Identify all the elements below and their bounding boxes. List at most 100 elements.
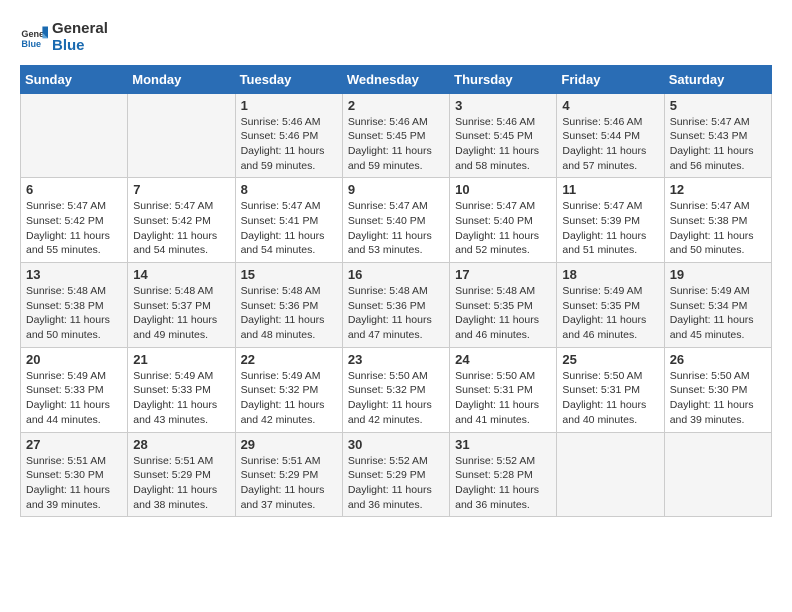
- calendar-cell: 6 Sunrise: 5:47 AM Sunset: 5:42 PM Daylig…: [21, 178, 128, 263]
- day-number: 21: [133, 352, 229, 367]
- day-header-tuesday: Tuesday: [235, 65, 342, 93]
- calendar-cell: 23Sunrise: 5:50 AM Sunset: 5:32 PM Dayli…: [342, 347, 449, 432]
- day-number: 29: [241, 437, 337, 452]
- general-blue-logo-icon: General Blue: [20, 23, 48, 51]
- day-info: Sunrise: 5:46 AM Sunset: 5:44 PM Dayligh…: [562, 115, 658, 174]
- day-info: Sunrise: 5:51 AM Sunset: 5:29 PM Dayligh…: [133, 454, 229, 513]
- calendar-header-row: SundayMondayTuesdayWednesdayThursdayFrid…: [21, 65, 772, 93]
- day-info: Sunrise: 5:47 AM Sunset: 5:40 PM Dayligh…: [455, 199, 551, 258]
- calendar-cell: 4 Sunrise: 5:46 AM Sunset: 5:44 PM Daylig…: [557, 93, 664, 178]
- day-number: 7: [133, 182, 229, 197]
- day-number: 18: [562, 267, 658, 282]
- calendar-cell: 21Sunrise: 5:49 AM Sunset: 5:33 PM Dayli…: [128, 347, 235, 432]
- day-number: 15: [241, 267, 337, 282]
- day-number: 9: [348, 182, 444, 197]
- calendar-cell: 7 Sunrise: 5:47 AM Sunset: 5:42 PM Daylig…: [128, 178, 235, 263]
- day-header-saturday: Saturday: [664, 65, 771, 93]
- calendar-cell: 25 Sunrise: 5:50 AM Sunset: 5:31 PM Dayli…: [557, 347, 664, 432]
- calendar-cell: 9 Sunrise: 5:47 AM Sunset: 5:40 PM Daylig…: [342, 178, 449, 263]
- day-info: Sunrise: 5:49 AM Sunset: 5:34 PM Dayligh…: [670, 284, 766, 343]
- calendar-cell: 16Sunrise: 5:48 AM Sunset: 5:36 PM Dayli…: [342, 263, 449, 348]
- logo: General Blue General Blue: [20, 20, 108, 55]
- calendar-cell: 22 Sunrise: 5:49 AM Sunset: 5:32 PM Dayli…: [235, 347, 342, 432]
- svg-text:Blue: Blue: [21, 39, 41, 49]
- day-info: Sunrise: 5:47 AM Sunset: 5:39 PM Dayligh…: [562, 199, 658, 258]
- calendar-cell: 11 Sunrise: 5:47 AM Sunset: 5:39 PM Dayli…: [557, 178, 664, 263]
- day-number: 8: [241, 182, 337, 197]
- calendar-week-row: 13Sunrise: 5:48 AM Sunset: 5:38 PM Dayli…: [21, 263, 772, 348]
- day-info: Sunrise: 5:48 AM Sunset: 5:37 PM Dayligh…: [133, 284, 229, 343]
- day-number: 30: [348, 437, 444, 452]
- day-info: Sunrise: 5:47 AM Sunset: 5:41 PM Dayligh…: [241, 199, 337, 258]
- day-info: Sunrise: 5:50 AM Sunset: 5:32 PM Dayligh…: [348, 369, 444, 428]
- day-info: Sunrise: 5:47 AM Sunset: 5:42 PM Dayligh…: [133, 199, 229, 258]
- day-number: 11: [562, 182, 658, 197]
- calendar-cell: 29 Sunrise: 5:51 AM Sunset: 5:29 PM Dayli…: [235, 432, 342, 517]
- logo-general-text: General: [52, 20, 108, 37]
- day-number: 19: [670, 267, 766, 282]
- day-number: 31: [455, 437, 551, 452]
- day-info: Sunrise: 5:50 AM Sunset: 5:30 PM Dayligh…: [670, 369, 766, 428]
- calendar-cell: 19 Sunrise: 5:49 AM Sunset: 5:34 PM Dayli…: [664, 263, 771, 348]
- day-info: Sunrise: 5:52 AM Sunset: 5:28 PM Dayligh…: [455, 454, 551, 513]
- day-info: Sunrise: 5:49 AM Sunset: 5:35 PM Dayligh…: [562, 284, 658, 343]
- calendar-table: SundayMondayTuesdayWednesdayThursdayFrid…: [20, 65, 772, 518]
- day-header-thursday: Thursday: [450, 65, 557, 93]
- calendar-week-row: 1 Sunrise: 5:46 AM Sunset: 5:46 PM Daylig…: [21, 93, 772, 178]
- calendar-cell: 3 Sunrise: 5:46 AM Sunset: 5:45 PM Daylig…: [450, 93, 557, 178]
- day-info: Sunrise: 5:47 AM Sunset: 5:40 PM Dayligh…: [348, 199, 444, 258]
- day-number: 17: [455, 267, 551, 282]
- day-number: 4: [562, 98, 658, 113]
- calendar-cell: 5 Sunrise: 5:47 AM Sunset: 5:43 PM Daylig…: [664, 93, 771, 178]
- day-number: 1: [241, 98, 337, 113]
- day-number: 25: [562, 352, 658, 367]
- day-number: 5: [670, 98, 766, 113]
- calendar-cell: 30 Sunrise: 5:52 AM Sunset: 5:29 PM Dayli…: [342, 432, 449, 517]
- calendar-cell: 20 Sunrise: 5:49 AM Sunset: 5:33 PM Dayli…: [21, 347, 128, 432]
- day-info: Sunrise: 5:49 AM Sunset: 5:33 PM Dayligh…: [26, 369, 122, 428]
- calendar-cell: [128, 93, 235, 178]
- day-info: Sunrise: 5:52 AM Sunset: 5:29 PM Dayligh…: [348, 454, 444, 513]
- calendar-cell: 13Sunrise: 5:48 AM Sunset: 5:38 PM Dayli…: [21, 263, 128, 348]
- day-info: Sunrise: 5:46 AM Sunset: 5:45 PM Dayligh…: [348, 115, 444, 174]
- calendar-cell: 24 Sunrise: 5:50 AM Sunset: 5:31 PM Dayli…: [450, 347, 557, 432]
- calendar-cell: 12Sunrise: 5:47 AM Sunset: 5:38 PM Dayli…: [664, 178, 771, 263]
- day-info: Sunrise: 5:51 AM Sunset: 5:29 PM Dayligh…: [241, 454, 337, 513]
- day-info: Sunrise: 5:47 AM Sunset: 5:42 PM Dayligh…: [26, 199, 122, 258]
- day-info: Sunrise: 5:51 AM Sunset: 5:30 PM Dayligh…: [26, 454, 122, 513]
- day-number: 6: [26, 182, 122, 197]
- calendar-cell: 28 Sunrise: 5:51 AM Sunset: 5:29 PM Dayli…: [128, 432, 235, 517]
- day-info: Sunrise: 5:50 AM Sunset: 5:31 PM Dayligh…: [455, 369, 551, 428]
- day-info: Sunrise: 5:49 AM Sunset: 5:32 PM Dayligh…: [241, 369, 337, 428]
- day-number: 10: [455, 182, 551, 197]
- calendar-cell: 14Sunrise: 5:48 AM Sunset: 5:37 PM Dayli…: [128, 263, 235, 348]
- calendar-cell: 18 Sunrise: 5:49 AM Sunset: 5:35 PM Dayli…: [557, 263, 664, 348]
- day-info: Sunrise: 5:46 AM Sunset: 5:45 PM Dayligh…: [455, 115, 551, 174]
- day-info: Sunrise: 5:46 AM Sunset: 5:46 PM Dayligh…: [241, 115, 337, 174]
- day-info: Sunrise: 5:48 AM Sunset: 5:36 PM Dayligh…: [348, 284, 444, 343]
- calendar-cell: 1 Sunrise: 5:46 AM Sunset: 5:46 PM Daylig…: [235, 93, 342, 178]
- day-info: Sunrise: 5:47 AM Sunset: 5:43 PM Dayligh…: [670, 115, 766, 174]
- day-info: Sunrise: 5:48 AM Sunset: 5:36 PM Dayligh…: [241, 284, 337, 343]
- page-header: General Blue General Blue: [20, 20, 772, 55]
- day-number: 20: [26, 352, 122, 367]
- calendar-cell: [664, 432, 771, 517]
- calendar-cell: 31 Sunrise: 5:52 AM Sunset: 5:28 PM Dayli…: [450, 432, 557, 517]
- day-number: 28: [133, 437, 229, 452]
- logo-blue-text: Blue: [52, 37, 108, 54]
- day-number: 22: [241, 352, 337, 367]
- day-info: Sunrise: 5:50 AM Sunset: 5:31 PM Dayligh…: [562, 369, 658, 428]
- day-number: 27: [26, 437, 122, 452]
- day-number: 26: [670, 352, 766, 367]
- calendar-week-row: 27 Sunrise: 5:51 AM Sunset: 5:30 PM Dayli…: [21, 432, 772, 517]
- day-header-friday: Friday: [557, 65, 664, 93]
- calendar-cell: 26 Sunrise: 5:50 AM Sunset: 5:30 PM Dayli…: [664, 347, 771, 432]
- day-info: Sunrise: 5:48 AM Sunset: 5:35 PM Dayligh…: [455, 284, 551, 343]
- calendar-week-row: 20 Sunrise: 5:49 AM Sunset: 5:33 PM Dayli…: [21, 347, 772, 432]
- day-number: 24: [455, 352, 551, 367]
- calendar-week-row: 6 Sunrise: 5:47 AM Sunset: 5:42 PM Daylig…: [21, 178, 772, 263]
- day-header-sunday: Sunday: [21, 65, 128, 93]
- day-number: 3: [455, 98, 551, 113]
- calendar-cell: 27 Sunrise: 5:51 AM Sunset: 5:30 PM Dayli…: [21, 432, 128, 517]
- calendar-cell: 17 Sunrise: 5:48 AM Sunset: 5:35 PM Dayli…: [450, 263, 557, 348]
